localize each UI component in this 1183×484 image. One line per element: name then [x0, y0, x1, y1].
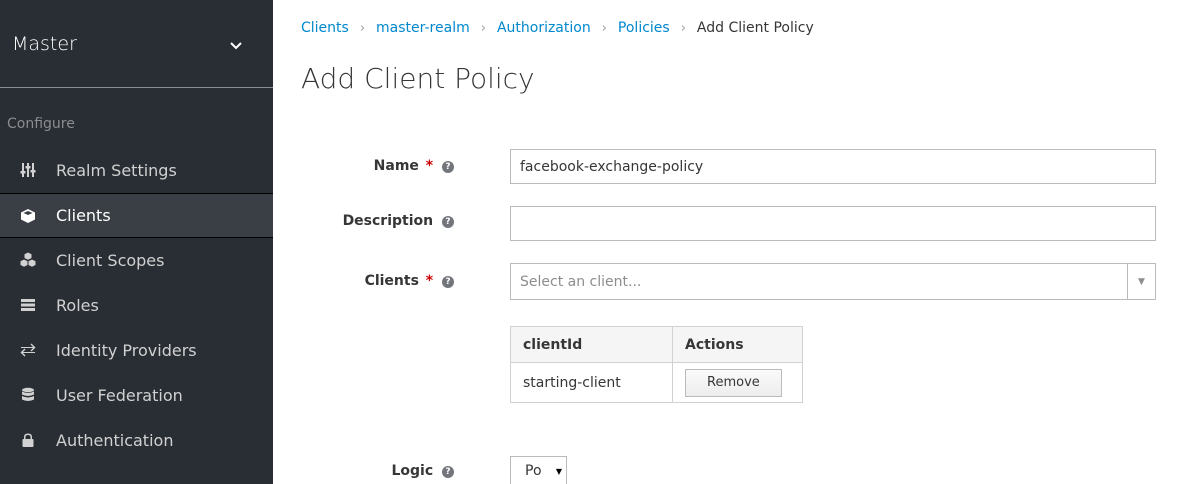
- list-icon: [19, 296, 37, 314]
- clients-select-placeholder: Select an client...: [520, 273, 642, 290]
- main-content: Clients › master-realm › Authorization ›…: [273, 0, 1183, 484]
- realm-selector[interactable]: Master: [0, 0, 273, 88]
- breadcrumb-separator: ›: [680, 20, 686, 36]
- help-icon[interactable]: ?: [442, 276, 454, 288]
- sidebar-item-label: Authentication: [56, 430, 174, 450]
- database-icon: [19, 386, 37, 404]
- name-label: Name * ?: [273, 158, 464, 174]
- breadcrumb-separator: ›: [480, 20, 486, 36]
- sidebar-item-label: Client Scopes: [56, 250, 165, 270]
- clients-label-text: Clients: [364, 273, 419, 289]
- description-input[interactable]: [510, 206, 1156, 241]
- column-header-actions: Actions: [672, 326, 803, 363]
- lock-icon: [19, 431, 37, 449]
- section-label-configure: Configure: [7, 116, 75, 132]
- breadcrumb-current: Add Client Policy: [696, 20, 814, 36]
- help-icon[interactable]: ?: [442, 466, 454, 478]
- caret-down-icon[interactable]: ▼: [553, 459, 565, 483]
- logic-select-value: Po: [525, 463, 542, 479]
- sidebar-item-label: Clients: [56, 206, 111, 225]
- sidebar: Master Configure Realm Settings Clients: [0, 0, 273, 484]
- breadcrumb-separator: ›: [359, 20, 366, 36]
- cube-icon: [19, 207, 37, 225]
- required-marker: *: [425, 273, 434, 289]
- help-icon[interactable]: ?: [442, 216, 454, 228]
- page-title: Add Client Policy: [301, 62, 535, 95]
- logic-label-text: Logic: [391, 463, 434, 479]
- sidebar-item-authentication[interactable]: Authentication: [0, 418, 273, 463]
- breadcrumb: Clients › master-realm › Authorization ›…: [301, 0, 1183, 58]
- exchange-icon: [19, 341, 37, 359]
- caret-down-icon[interactable]: ▼: [1127, 264, 1155, 299]
- clients-table: clientId Actions starting-client Remove: [510, 326, 803, 403]
- breadcrumb-clients[interactable]: Clients: [301, 20, 349, 36]
- breadcrumb-authorization[interactable]: Authorization: [497, 20, 591, 36]
- sidebar-item-realm-settings[interactable]: Realm Settings: [0, 148, 273, 193]
- sidebar-item-roles[interactable]: Roles: [0, 283, 273, 328]
- sidebar-item-client-scopes[interactable]: Client Scopes: [0, 238, 273, 283]
- sidebar-nav: Realm Settings Clients Client Scopes Rol…: [0, 148, 273, 463]
- remove-button[interactable]: Remove: [685, 368, 782, 397]
- help-icon[interactable]: ?: [442, 161, 454, 173]
- clients-label: Clients * ?: [273, 273, 464, 289]
- name-label-text: Name: [373, 158, 419, 174]
- description-label: Description ?: [273, 213, 464, 229]
- cell-actions: Remove: [672, 362, 803, 403]
- breadcrumb-master-realm[interactable]: master-realm: [376, 20, 470, 36]
- logic-select[interactable]: Po ▼: [510, 456, 567, 484]
- name-input[interactable]: [510, 149, 1156, 184]
- sidebar-item-clients[interactable]: Clients: [0, 193, 273, 238]
- table-header-row: clientId Actions: [510, 326, 803, 363]
- sidebar-item-label: Realm Settings: [56, 160, 177, 180]
- app-root: Master Configure Realm Settings Clients: [0, 0, 1183, 484]
- description-label-text: Description: [342, 213, 434, 229]
- sidebar-item-label: Identity Providers: [56, 340, 197, 360]
- required-marker: *: [425, 158, 434, 174]
- logic-label: Logic ?: [273, 463, 464, 479]
- sidebar-item-label: User Federation: [56, 385, 183, 405]
- breadcrumb-separator: ›: [601, 20, 607, 36]
- clients-select[interactable]: Select an client... ▼: [510, 263, 1156, 300]
- cell-clientid: starting-client: [510, 362, 673, 403]
- sidebar-item-user-federation[interactable]: User Federation: [0, 373, 273, 418]
- column-header-clientid: clientId: [510, 326, 673, 363]
- cubes-icon: [19, 251, 37, 269]
- table-row: starting-client Remove: [510, 362, 803, 403]
- breadcrumb-policies[interactable]: Policies: [618, 20, 670, 36]
- realm-name: Master: [12, 32, 77, 55]
- sliders-icon: [19, 161, 37, 179]
- sidebar-item-label: Roles: [56, 295, 99, 315]
- chevron-down-icon: [229, 37, 243, 51]
- sidebar-item-identity-providers[interactable]: Identity Providers: [0, 328, 273, 373]
